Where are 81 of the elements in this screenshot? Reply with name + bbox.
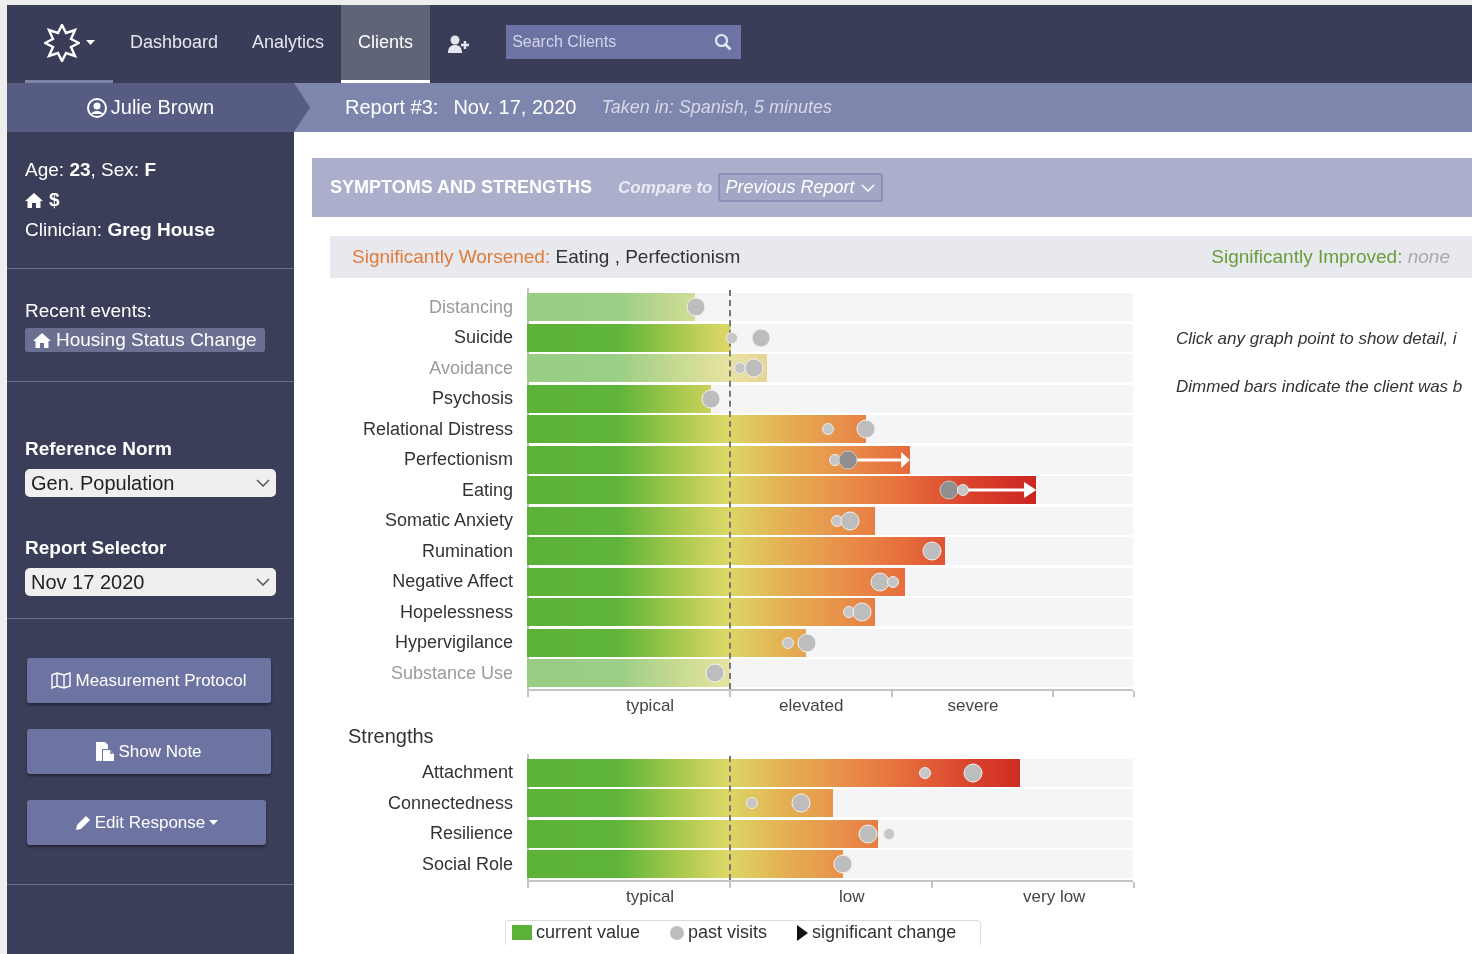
- worsened-label: Significantly Worsened:: [352, 246, 551, 267]
- user-icon: [86, 97, 107, 118]
- income-label: $: [49, 188, 60, 212]
- action-button[interactable]: Measurement Protocol: [27, 658, 271, 703]
- scale-label: Suicide: [452, 327, 513, 349]
- scale-label: Distancing: [427, 296, 513, 318]
- nav-tab[interactable]: Clients: [341, 5, 431, 83]
- nav-tab[interactable]: Dashboard: [113, 5, 236, 83]
- search-field[interactable]: Search Clients: [506, 25, 742, 59]
- scale-label: Avoidance: [428, 357, 513, 379]
- report-date: Nov. 17, 2020: [453, 96, 577, 119]
- axis-label: typical: [625, 886, 675, 907]
- improved-label: Significantly Improved:: [1211, 246, 1403, 267]
- axis-label: severe: [947, 695, 999, 716]
- worsened-list: Eating , Perfectionism: [555, 246, 741, 267]
- section-title: Strengths: [348, 724, 435, 748]
- scale-label: Hypervigilance: [393, 632, 513, 654]
- scale-label: Resilience: [428, 823, 513, 845]
- chevron-icon: [860, 183, 875, 192]
- help-note: Click any graph point to show detail, i: [1176, 329, 1458, 349]
- document-icon: [96, 742, 115, 761]
- add-user-icon[interactable]: [448, 35, 471, 53]
- legend-swatch: [512, 925, 532, 940]
- scale-label: Psychosis: [430, 388, 513, 410]
- scale-label: Negative Affect: [391, 571, 513, 593]
- home-icon: [25, 192, 43, 208]
- scale-label: Perfectionism: [402, 449, 513, 471]
- score-bar[interactable]: [527, 323, 732, 352]
- axis-label: low: [839, 886, 865, 907]
- action-button[interactable]: Show Note: [27, 729, 271, 774]
- pencil-icon: [74, 814, 91, 831]
- legend-dot: [670, 925, 685, 940]
- select-field[interactable]: Gen. Population: [25, 469, 276, 497]
- client-demographics: Age: 23, Sex: F: [25, 158, 157, 182]
- search-icon[interactable]: [714, 33, 733, 51]
- home-icon: [33, 332, 51, 348]
- score-bar[interactable]: [527, 445, 910, 474]
- axis-label: typical: [625, 695, 675, 716]
- client-name: Julie Brown: [110, 96, 215, 119]
- scale-label: Somatic Anxiety: [383, 510, 513, 532]
- legend-label: past visits: [688, 922, 768, 943]
- action-button[interactable]: Edit Response: [27, 800, 266, 845]
- scale-label: Connectedness: [386, 792, 513, 814]
- scale-label: Attachment: [420, 762, 513, 784]
- score-bar[interactable]: [527, 415, 866, 444]
- nav-tab[interactable]: Analytics: [235, 5, 342, 83]
- score-bar[interactable]: [527, 476, 1037, 505]
- scale-label: Substance Use: [389, 662, 513, 684]
- scale-label: Relational Distress: [361, 418, 513, 440]
- caret-icon: [85, 39, 95, 46]
- legend-label: current value: [536, 922, 641, 943]
- scale-label: Eating: [460, 479, 513, 501]
- help-note: Dimmed bars indicate the client was b: [1176, 377, 1463, 397]
- field-label: Reference Norm: [25, 438, 173, 460]
- score-bar[interactable]: [527, 384, 712, 413]
- recent-events-label: Recent events:: [25, 300, 153, 322]
- legend-label: significant change: [812, 922, 957, 943]
- map-icon: [51, 672, 72, 689]
- chevron-icon: [256, 479, 270, 487]
- scale-label: Hopelessness: [398, 601, 513, 623]
- triangle-icon: [797, 924, 809, 941]
- scale-label: Social Role: [420, 853, 513, 875]
- event-tag: Housing Status Change: [25, 328, 265, 352]
- caret-icon: [209, 819, 219, 826]
- axis-label: elevated: [779, 695, 844, 716]
- logo-icon[interactable]: [43, 23, 80, 62]
- report-details: Taken in: Spanish, 5 minutes: [601, 97, 832, 118]
- score-bar[interactable]: [527, 537, 946, 566]
- select-field[interactable]: Nov 17 2020: [25, 568, 276, 596]
- score-bar[interactable]: [527, 850, 843, 879]
- chevron-icon: [256, 578, 270, 586]
- clinician-name: Clinician: Greg House: [25, 218, 217, 242]
- score-bar[interactable]: [527, 628, 806, 657]
- report-title: Report #3:: [345, 96, 439, 119]
- compare-label: Compare to: [618, 177, 713, 198]
- panel-title: SYMPTOMS AND STRENGTHS: [330, 177, 593, 198]
- score-bar[interactable]: [527, 819, 878, 848]
- axis-label: very low: [1023, 886, 1086, 907]
- improved-list: none: [1407, 246, 1450, 267]
- field-label: Report Selector: [25, 537, 168, 559]
- scale-label: Rumination: [420, 540, 513, 562]
